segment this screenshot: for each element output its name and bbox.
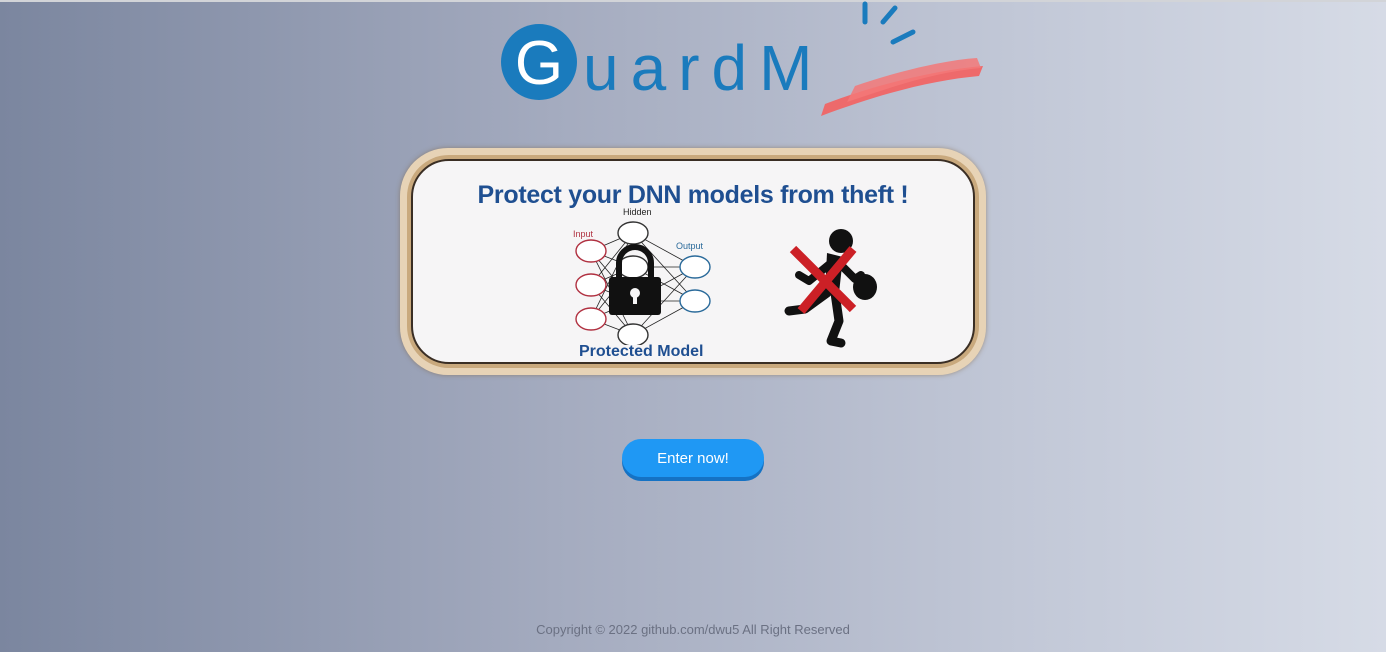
net-hidden-label: Hidden <box>623 207 652 217</box>
guardm-logo: G uardM <box>495 0 990 122</box>
thief-icon <box>784 229 877 348</box>
net-input-label: Input <box>573 229 594 239</box>
protected-model-caption: Protected Model <box>579 343 704 360</box>
neural-network-icon: Hidden Input Output <box>573 207 711 345</box>
banner-card: Protect your DNN models from theft ! Hid… <box>411 159 975 364</box>
protect-banner: Protect your DNN models from theft ! Hid… <box>400 148 986 375</box>
logo-g-letter: G <box>515 29 563 98</box>
banner-frame: Protect your DNN models from theft ! Hid… <box>407 155 979 368</box>
copyright-footer: Copyright © 2022 github.com/dwu5 All Rig… <box>536 622 850 637</box>
enter-now-button[interactable]: Enter now! <box>622 439 764 477</box>
net-output-label: Output <box>676 241 704 251</box>
logo-wordmark: uardM <box>583 32 824 104</box>
